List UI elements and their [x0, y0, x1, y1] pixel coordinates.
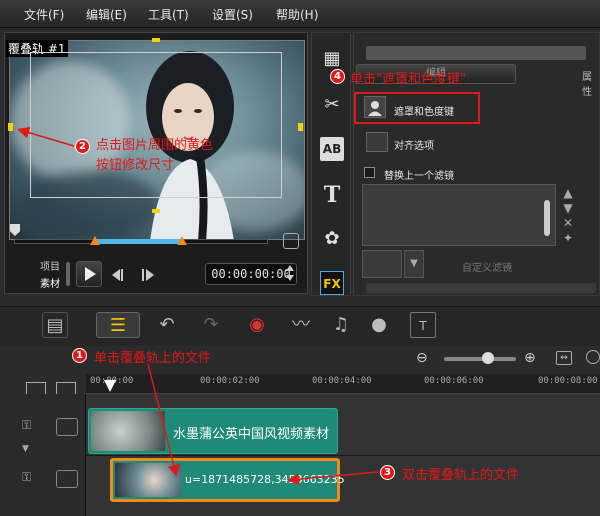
play-icon	[85, 267, 96, 281]
filter-preset-box[interactable]	[362, 250, 402, 278]
tick-label: 00:00:08:00	[538, 376, 598, 386]
clip-thumbnail	[91, 411, 165, 451]
time-ruler[interactable]: 00:00:00 00:00:02:00 00:00:04:00 00:00:0…	[86, 374, 600, 394]
audio-mixer-icon[interactable]: 〰	[288, 312, 314, 338]
menu-settings[interactable]: 设置(S)	[212, 6, 253, 23]
annotation-2-line2: 按钮修改尺寸	[96, 158, 175, 173]
filter-fx-tab[interactable]: FX	[320, 271, 344, 295]
track-divider	[86, 455, 600, 456]
annotation-4-badge: 4	[330, 69, 345, 84]
zoom-slider[interactable]	[444, 357, 516, 361]
redo-icon[interactable]: ↷	[198, 312, 224, 338]
auto-music-icon[interactable]: ♫	[328, 312, 354, 338]
overlay-clip[interactable]: u=1871485728,3453663235	[110, 458, 345, 502]
trim-end-marker[interactable]	[177, 236, 187, 245]
filter-order-icons[interactable]: ▲ ▼ ✕ ✦	[560, 186, 576, 246]
overlay-track-icon[interactable]	[56, 470, 78, 488]
motion-tracking-icon[interactable]: ●	[366, 312, 392, 338]
annotation-1-text: 单击覆叠轨上的文件	[94, 351, 212, 366]
resize-handle-right[interactable]	[298, 123, 303, 131]
align-options-label[interactable]: 对齐选项	[394, 137, 434, 152]
chevron-down-icon[interactable]: ▼	[404, 250, 424, 278]
video-clip[interactable]: 水墨蒲公英中国风视频素材	[88, 408, 338, 454]
track-headers: ⚿ ▼ ⚿	[0, 394, 86, 516]
options-scrollbar[interactable]	[366, 283, 596, 293]
video-track-icon[interactable]	[56, 418, 78, 436]
annotation-2-badge: 2	[75, 139, 90, 154]
clock-icon[interactable]	[586, 350, 600, 364]
trim-start-marker[interactable]	[90, 236, 100, 245]
align-icon	[366, 132, 388, 152]
project-mode-label[interactable]: 项目	[40, 258, 60, 273]
clip-mode-label[interactable]: 素材	[40, 275, 60, 290]
filter-list[interactable]	[362, 184, 556, 246]
resize-handle-bottom[interactable]	[152, 209, 160, 213]
zoom-out-icon[interactable]: ⊖	[416, 350, 428, 366]
replace-filter-label: 替换上一个滤镜	[384, 171, 454, 182]
tick-label: 00:00:06:00	[424, 376, 484, 386]
title-ab-icon[interactable]: AB	[320, 137, 344, 161]
zoom-slider-thumb[interactable]	[482, 352, 494, 364]
resize-handle-top[interactable]	[152, 38, 160, 42]
annotation-1-badge: 1	[72, 348, 87, 363]
track-collapse-icon[interactable]: ▼	[22, 444, 29, 454]
overlay-lock-icon[interactable]: ⚿	[22, 470, 31, 485]
clip-title: 水墨蒲公英中国风视频素材	[173, 427, 330, 442]
options-top-bar	[366, 46, 586, 60]
media-icon[interactable]: ▦	[320, 47, 344, 71]
graphics-icon[interactable]: ✿	[320, 227, 344, 251]
transition-icon[interactable]: ✂	[320, 93, 344, 117]
menu-edit[interactable]: 编辑(E)	[86, 6, 127, 23]
replace-filter-checkbox[interactable]	[364, 167, 375, 178]
menu-tools[interactable]: 工具(T)	[148, 6, 189, 23]
annotation-3-badge: 3	[380, 465, 395, 480]
mask-chroma-highlight[interactable]	[354, 92, 480, 124]
lock-track-icon[interactable]: ⚿	[22, 418, 31, 433]
filter-list-scrollbar[interactable]	[544, 200, 550, 236]
trim-range	[96, 239, 182, 244]
custom-filter-button[interactable]: 自定义滤镜	[462, 259, 512, 274]
text-icon[interactable]: T	[320, 183, 344, 207]
overlay-clip-thumbnail	[115, 463, 181, 497]
menu-file[interactable]: 文件(F)	[24, 6, 64, 23]
annotation-3-text: 双击覆叠轨上的文件	[402, 468, 520, 483]
tick-label: 00:00:02:00	[200, 376, 260, 386]
subtitle-icon[interactable]: T	[410, 312, 436, 338]
timeline-view-icon[interactable]: ☰	[96, 312, 140, 338]
menu-bar: 文件(F) 编辑(E) 工具(T) 设置(S) 帮助(H)	[0, 0, 600, 28]
properties-tab[interactable]: 属性	[582, 68, 600, 98]
tick-label: 00:00:04:00	[312, 376, 372, 386]
record-icon[interactable]: ◉	[244, 312, 270, 338]
menu-help[interactable]: 帮助(H)	[276, 6, 318, 23]
zoom-in-icon[interactable]: ⊕	[524, 350, 536, 366]
play-button[interactable]	[76, 261, 102, 287]
spinner-arrows-icon	[286, 265, 294, 281]
timecode-display[interactable]: 00:00:00:00	[205, 263, 297, 285]
overlay-frame[interactable]	[30, 52, 282, 198]
frame-step-buttons[interactable]	[110, 266, 156, 284]
storyboard-view-icon[interactable]: ▤	[42, 312, 68, 338]
mode-switch[interactable]	[66, 262, 70, 286]
timecode-spinner[interactable]	[285, 262, 295, 284]
step-icons	[112, 269, 154, 281]
undo-icon[interactable]: ↶	[154, 312, 180, 338]
annotation-2-line1: 点击图片周围的黄色	[96, 138, 214, 153]
annotation-4-text: 单击"遮罩和色度键"	[350, 72, 466, 87]
resize-handle-left[interactable]	[8, 123, 13, 131]
overlay-clip-title: u=1871485728,3453663235	[185, 473, 345, 486]
fit-project-icon[interactable]: ↔	[556, 351, 572, 365]
enlarge-icon[interactable]	[283, 233, 299, 249]
